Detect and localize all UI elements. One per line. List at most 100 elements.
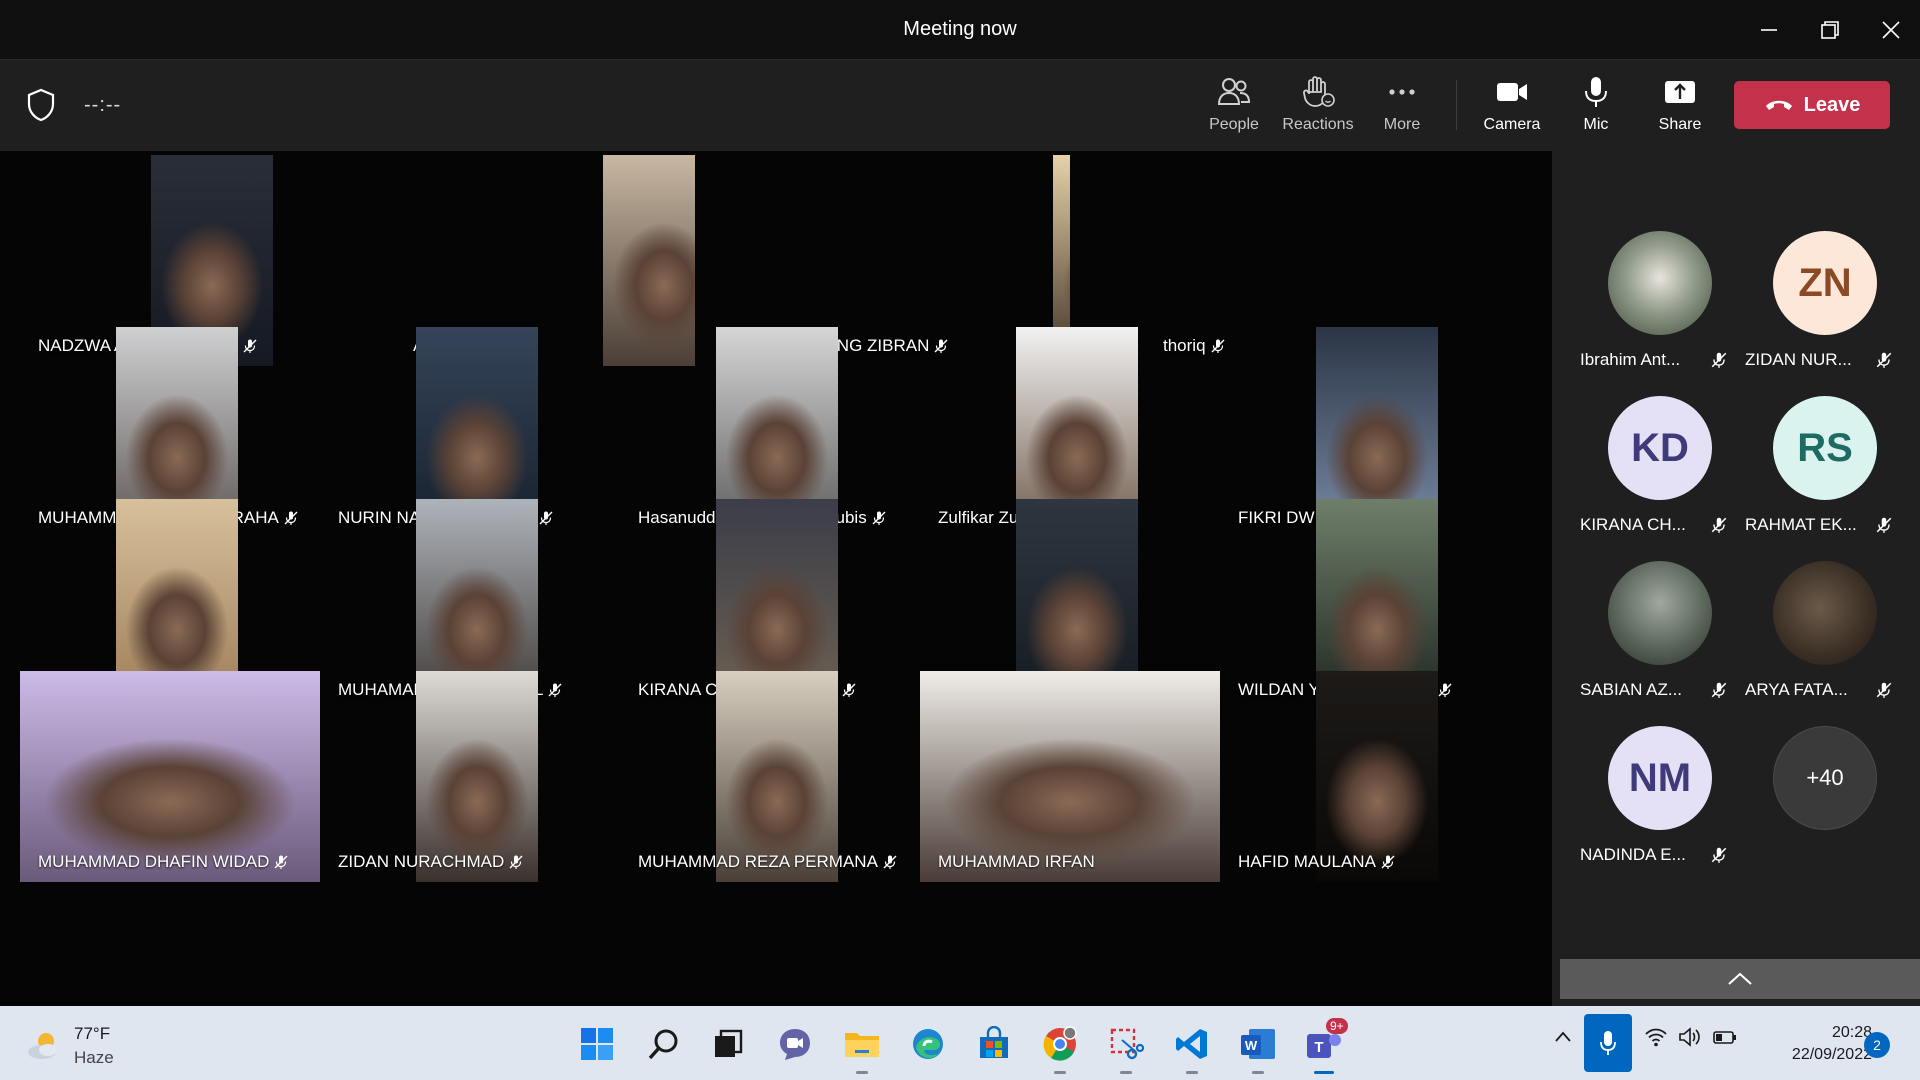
more-label: More: [1383, 116, 1421, 133]
weather-temperature: 77°F: [74, 1024, 111, 1043]
vscode-icon: [1176, 1029, 1207, 1059]
battery-button[interactable]: [1712, 1026, 1738, 1053]
chrome-icon: [1043, 1026, 1077, 1061]
mute-indicator: [1875, 351, 1893, 374]
video-tile[interactable]: MUHAMMAD DHAFIN WIDAD: [20, 671, 320, 882]
mic-off-icon: [1711, 682, 1727, 698]
people-label: People: [1209, 116, 1259, 133]
avatar-initials: RS: [1797, 425, 1853, 470]
taskbar-store[interactable]: [970, 1020, 1018, 1068]
people-button[interactable]: People: [1192, 74, 1276, 142]
share-button[interactable]: Share: [1638, 74, 1722, 142]
panel-participant[interactable]: ZN ZIDAN NUR...: [1745, 231, 1905, 381]
notification-badge[interactable]: 2: [1864, 1032, 1890, 1058]
mic-label: Mic: [1583, 116, 1609, 133]
taskbar-clock[interactable]: 20:28 22/09/2022: [1762, 1022, 1872, 1066]
video-tile[interactable]: ZIDAN NURACHMAD: [320, 671, 620, 882]
participant-name-label: ZIDAN NURACHMAD: [338, 852, 524, 872]
mic-off-icon: [1876, 517, 1892, 533]
volume-button[interactable]: [1678, 1026, 1702, 1053]
camera-button[interactable]: Camera: [1470, 74, 1554, 142]
windows-start-icon: [581, 1028, 613, 1060]
chevron-up-icon: [1555, 1031, 1571, 1042]
panel-participant[interactable]: NM NADINDA E...: [1580, 726, 1740, 876]
close-button[interactable]: [1866, 10, 1916, 50]
svg-text:W: W: [1245, 1038, 1258, 1053]
word-icon: W: [1241, 1029, 1275, 1059]
collapse-panel-button[interactable]: [1560, 959, 1920, 999]
taskbar-file-explorer[interactable]: [838, 1020, 886, 1074]
mute-indicator: [1710, 846, 1728, 869]
mic-off-icon: [509, 855, 523, 869]
taskbar-chat[interactable]: [771, 1020, 819, 1068]
weather-widget[interactable]: 77°F Haze: [26, 1024, 114, 1068]
minimize-button[interactable]: [1744, 10, 1794, 50]
taskbar-word[interactable]: W: [1234, 1020, 1282, 1074]
active-indicator: [1314, 1071, 1334, 1074]
taskbar-edge[interactable]: [904, 1020, 952, 1068]
mic-button[interactable]: Mic: [1554, 74, 1638, 142]
wifi-button[interactable]: [1644, 1026, 1668, 1053]
mute-indicator: [1710, 351, 1728, 374]
mute-indicator: [1710, 681, 1728, 704]
tray-mic-in-use[interactable]: [1584, 1014, 1632, 1072]
meeting-toolbar: --:-- People Reactions More Camera Mic S…: [0, 59, 1920, 151]
taskbar-chrome[interactable]: [1036, 1020, 1084, 1074]
panel-participant[interactable]: KD KIRANA CH...: [1580, 396, 1740, 546]
participant-video: [1316, 671, 1438, 882]
panel-participant-name: ZIDAN NUR...: [1745, 350, 1852, 369]
mute-indicator: [1710, 516, 1728, 539]
start-button[interactable]: [573, 1020, 621, 1068]
video-tile[interactable]: HAFID MAULANA: [1220, 671, 1520, 882]
participant-video: [716, 671, 838, 882]
hand-emoji-icon: [1303, 76, 1335, 107]
panel-participant-name: KIRANA CH...: [1580, 515, 1686, 534]
microsoft-store-icon: [980, 1026, 1008, 1058]
hang-up-icon: [1765, 100, 1792, 110]
participant-video: [416, 671, 538, 882]
mute-indicator: [1875, 516, 1893, 539]
panel-participant[interactable]: Ibrahim Ant...: [1580, 231, 1740, 381]
speaker-icon: [1679, 1027, 1700, 1047]
show-hidden-icons-button[interactable]: [1552, 1026, 1574, 1053]
wifi-icon: [1645, 1028, 1667, 1047]
panel-participant[interactable]: SABIAN AZ...: [1580, 561, 1740, 711]
participant-name-label: MUHAMMAD IRFAN: [938, 852, 1095, 872]
participant-name-label: MUHAMMAD REZA PERMANA: [638, 852, 898, 872]
participant-name-label: MUHAMMAD DHAFIN WIDAD: [38, 852, 289, 872]
leave-button[interactable]: Leave: [1734, 81, 1890, 129]
avatar: [1773, 561, 1877, 665]
mic-off-icon: [883, 855, 897, 869]
restore-button[interactable]: [1805, 10, 1855, 50]
battery-icon: [1713, 1031, 1736, 1044]
reactions-button[interactable]: Reactions: [1276, 74, 1360, 142]
avatar-initials: ZN: [1798, 260, 1852, 305]
share-icon: [1665, 81, 1695, 103]
panel-participant[interactable]: ARYA FATA...: [1745, 561, 1905, 711]
mic-off-icon: [1381, 855, 1395, 869]
running-indicator: [1120, 1071, 1132, 1074]
window-title: Meeting now: [903, 18, 1017, 40]
weather-haze-icon: [28, 1033, 57, 1059]
mic-off-icon: [274, 855, 288, 869]
panel-participant[interactable]: RS RAHMAT EK...: [1745, 396, 1905, 546]
search-button[interactable]: [640, 1020, 688, 1068]
more-dots-icon: [1389, 89, 1415, 95]
share-label: Share: [1658, 116, 1702, 133]
video-tile[interactable]: MUHAMMAD IRFAN: [920, 671, 1220, 882]
avatar-initials: NM: [1628, 755, 1692, 800]
more-participants-button[interactable]: +40: [1745, 726, 1905, 876]
overflow-count: +40: [1773, 726, 1877, 830]
more-button[interactable]: More: [1360, 74, 1444, 142]
task-view-button[interactable]: [704, 1020, 752, 1068]
taskbar-snipping-tool[interactable]: [1102, 1020, 1150, 1074]
meeting-info-button[interactable]: [26, 88, 56, 127]
video-grid: NADZWA AISYAH ZUHRAADIB ANWARBINTANG ZIB…: [0, 151, 1552, 1006]
participant-name: ZIDAN NURACHMAD: [338, 852, 505, 871]
video-tile[interactable]: MUHAMMAD REZA PERMANA: [620, 671, 920, 882]
participant-name-label: HAFID MAULANA: [1238, 852, 1396, 872]
taskbar-vscode[interactable]: [1168, 1020, 1216, 1074]
clock-date: 22/09/2022: [1791, 1046, 1872, 1063]
taskbar-teams[interactable]: T 9+: [1300, 1018, 1348, 1074]
edge-icon: [913, 1029, 943, 1059]
